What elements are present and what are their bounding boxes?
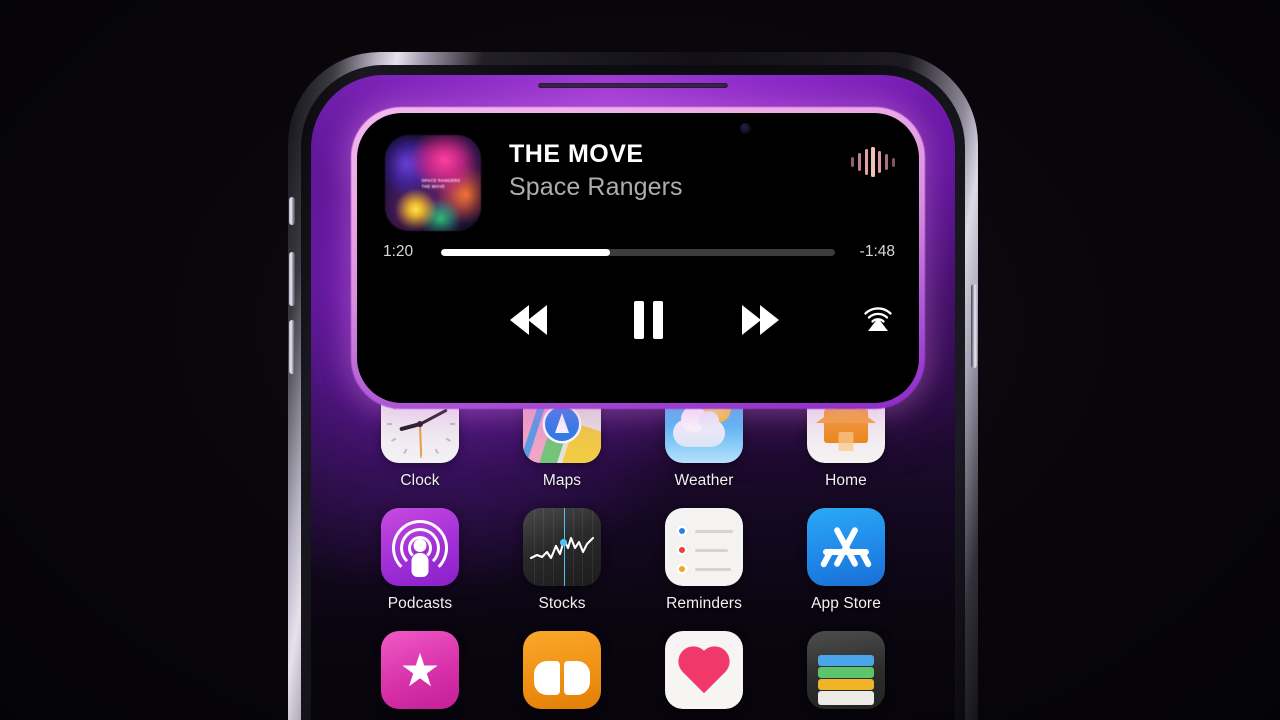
track-title: THE MOVE — [509, 140, 644, 168]
app-wallet[interactable] — [775, 631, 917, 718]
app-label: Reminders — [666, 595, 742, 612]
app-label: App Store — [811, 595, 881, 612]
stocks-icon — [523, 508, 601, 586]
app-podcasts[interactable]: Podcasts — [349, 508, 491, 613]
playback-controls — [357, 285, 919, 355]
volume-down-button[interactable] — [289, 320, 295, 374]
now-playing-header: SPACE RANGERS THE MOVE THE MOVE Space Ra… — [385, 135, 895, 231]
equalizer-bar — [871, 147, 875, 177]
earpiece-speaker-icon — [538, 83, 728, 88]
track-artist: Space Rangers — [509, 173, 683, 201]
home-screen-app-grid: Clock Maps Weather Home Podcasts Stocks … — [311, 385, 955, 720]
rewind-button[interactable] — [493, 285, 563, 355]
health-icon — [665, 631, 743, 709]
app-app-store[interactable]: App Store — [775, 508, 917, 613]
app-store-icon — [807, 508, 885, 586]
app-label: Stocks — [538, 595, 586, 612]
equalizer-icon — [851, 145, 895, 179]
fast-forward-icon — [741, 305, 779, 335]
fast-forward-button[interactable] — [725, 285, 795, 355]
track-metadata: THE MOVE Space Rangers — [509, 139, 805, 203]
app-health[interactable] — [633, 631, 775, 718]
dynamic-island-expanded[interactable]: SPACE RANGERS THE MOVE THE MOVE Space Ra… — [357, 113, 919, 403]
iphone-device: Clock Maps Weather Home Podcasts Stocks … — [288, 52, 978, 720]
equalizer-bar — [864, 148, 868, 176]
app-reminders[interactable]: Reminders — [633, 508, 775, 613]
wallet-icon — [807, 631, 885, 709]
airplay-button[interactable] — [843, 285, 913, 355]
app-label: Maps — [542, 472, 582, 489]
front-camera-icon — [740, 123, 751, 134]
airplay-icon — [864, 307, 892, 331]
app-row-3: ★ — [311, 631, 955, 718]
books-icon — [523, 631, 601, 709]
equalizer-bar — [878, 150, 882, 174]
album-artwork-caption: SPACE RANGERS THE MOVE — [421, 178, 461, 189]
pause-button[interactable] — [613, 285, 683, 355]
app-stocks[interactable]: Stocks — [491, 508, 633, 613]
power-button[interactable] — [971, 284, 977, 368]
elapsed-time: 1:20 — [383, 243, 414, 260]
remaining-time: -1:48 — [859, 243, 895, 260]
rewind-icon — [509, 305, 547, 335]
app-label: Podcasts — [387, 595, 453, 612]
playback-progress[interactable]: 1:20 -1:48 — [383, 239, 895, 265]
silent-switch[interactable] — [289, 197, 295, 225]
screenshot-root: Clock Maps Weather Home Podcasts Stocks … — [0, 0, 1280, 720]
itunes-store-icon: ★ — [381, 631, 459, 709]
podcasts-icon — [381, 508, 459, 586]
album-artwork: SPACE RANGERS THE MOVE — [385, 135, 481, 231]
volume-up-button[interactable] — [289, 252, 295, 306]
pause-icon — [633, 301, 663, 339]
equalizer-bar — [884, 153, 889, 171]
phone-screen: Clock Maps Weather Home Podcasts Stocks … — [311, 75, 955, 720]
app-label: Clock — [400, 472, 440, 489]
equalizer-bar — [891, 157, 895, 167]
progress-fill — [441, 248, 611, 256]
app-label: Weather — [674, 472, 734, 489]
app-label: Home — [825, 472, 867, 489]
reminders-icon — [665, 508, 743, 586]
equalizer-bar — [851, 156, 855, 168]
app-row-2: Podcasts Stocks Reminders App Store — [311, 508, 955, 613]
equalizer-bar — [857, 152, 862, 172]
app-itunes-store[interactable]: ★ — [349, 631, 491, 718]
app-books[interactable] — [491, 631, 633, 718]
progress-scrubber[interactable] — [441, 248, 835, 256]
